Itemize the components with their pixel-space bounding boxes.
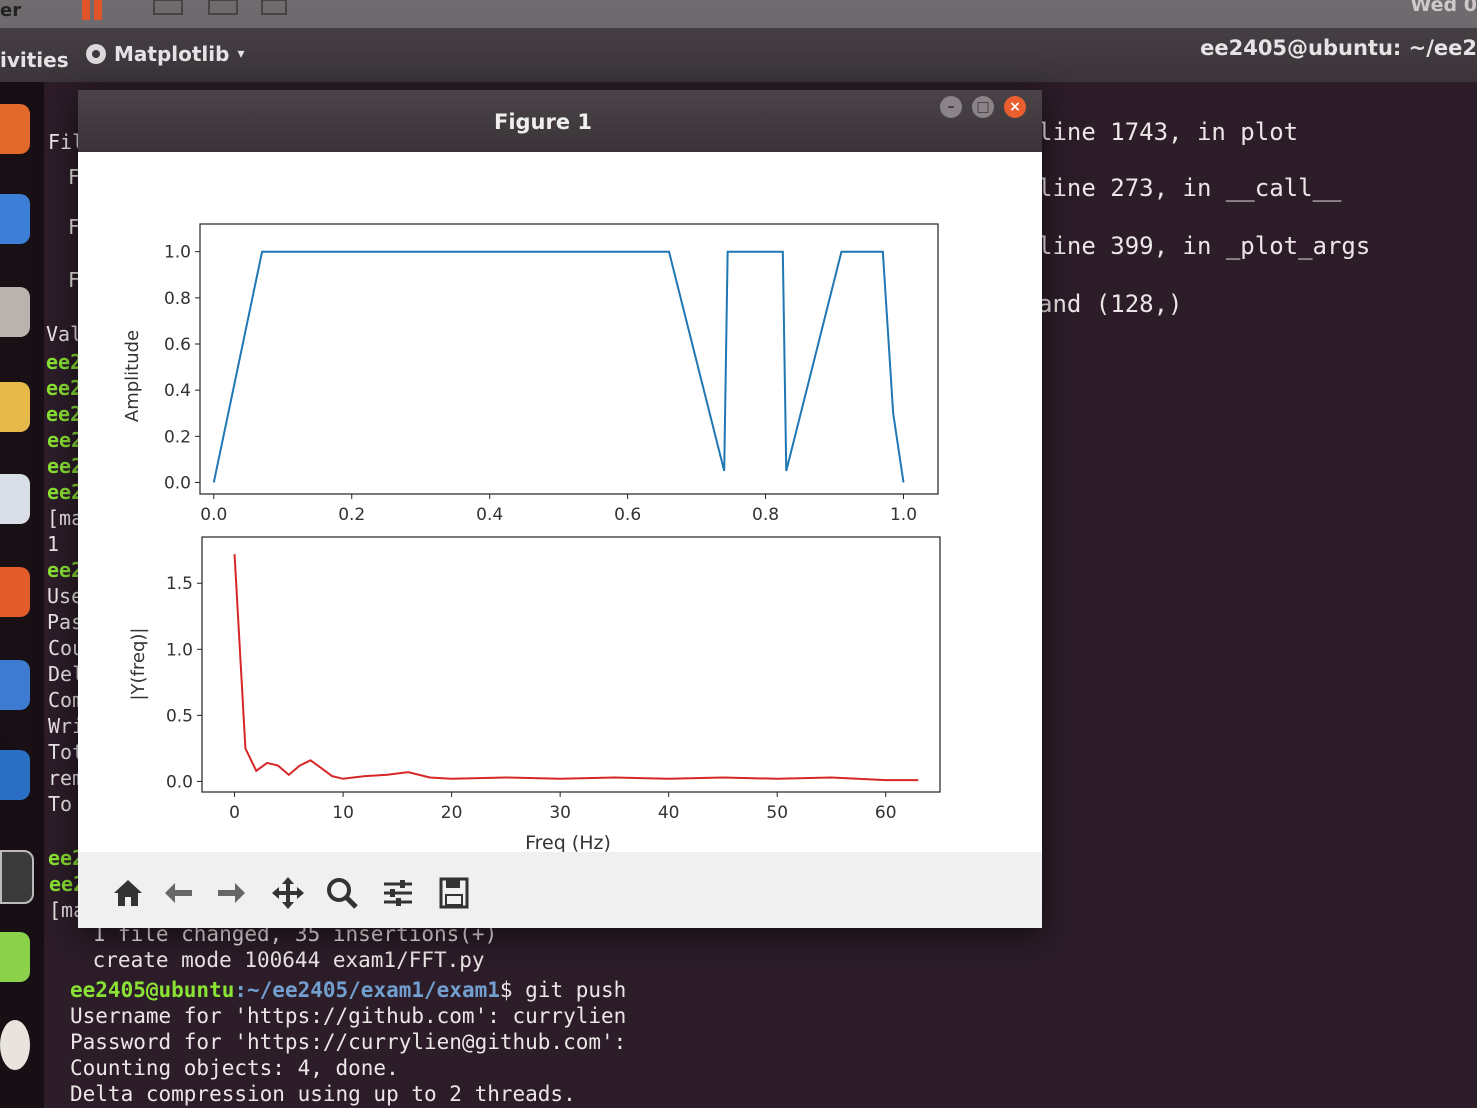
top-xtick-label: 0.8: [752, 505, 779, 525]
figure-titlebar[interactable]: Figure 1 – □ ×: [78, 90, 1042, 152]
top-panel: er ivities Matplotlib ▾ Wed 0 ee2405@ubu…: [0, 0, 1477, 82]
writer-icon[interactable]: [0, 474, 30, 524]
terminal-fragment: ee2: [46, 402, 83, 426]
top-ytick-label: 0.2: [164, 427, 191, 447]
bottom-ytick-label: 1.5: [166, 574, 193, 594]
bottom-ytick-label: 1.0: [166, 640, 193, 660]
bottom-xtick-label: 0: [229, 803, 240, 823]
firefox-icon[interactable]: [0, 104, 30, 154]
prompt-path: :~/ee2405/exam1/exam1: [234, 978, 500, 1002]
terminal-prompt-line: ee2405@ubuntu:~/ee2405/exam1/exam1$ git …: [70, 978, 626, 1002]
terminal-line: create mode 100644 exam1/FFT.py: [80, 948, 485, 972]
navigation-toolbar: [78, 865, 1042, 925]
window-icon[interactable]: [205, 0, 245, 20]
bottom-axes-frame: [201, 536, 941, 793]
prompt-command: $ git push: [499, 978, 627, 1002]
vscode-icon[interactable]: [0, 750, 30, 800]
figure-canvas[interactable]: 0.0 0.2 0.4 0.6 0.8 1.0 0.0 0.2 0.4 0.6 0.8 1.0 Ampl…: [78, 152, 1042, 854]
figure-title: Figure 1: [493, 110, 593, 134]
top-axes-frame: [199, 223, 939, 495]
top-ytick-label: 1.0: [164, 243, 191, 263]
bottom-ylabel: |Y(freq)|: [128, 627, 149, 700]
bottom-ytick-label: 0.0: [166, 772, 193, 792]
clock[interactable]: Wed 0: [1410, 0, 1477, 16]
terminal-window-title: ee2405@ubuntu: ~/ee2: [1200, 36, 1477, 60]
pan-icon[interactable]: [270, 875, 306, 911]
maximize-button[interactable]: □: [972, 96, 994, 118]
terminal-fragment: 1: [47, 532, 60, 556]
top-xtick-label: 0.4: [476, 505, 503, 525]
app-menu-label: Matplotlib: [114, 42, 230, 66]
bottom-xtick-label: 50: [766, 803, 788, 823]
figure-window[interactable]: Figure 1 – □ × 0.0 0.2 0.4 0.6 0.8 1.0 0.0 0.2 0…: [78, 90, 1042, 928]
top-xtick-label: 0.6: [614, 505, 641, 525]
terminal-line: line 1743, in plot: [1038, 118, 1299, 146]
bottom-ytick-label: 0.5: [166, 706, 193, 726]
terminal-icon[interactable]: [0, 850, 34, 904]
help-icon[interactable]: [0, 660, 30, 710]
top-ytick-label: 0.6: [164, 335, 191, 355]
terminal-line: line 399, in _plot_args: [1038, 232, 1371, 260]
configure-subplots-icon[interactable]: [380, 875, 416, 911]
terminal-fragment: Val: [46, 322, 83, 346]
zoom-icon[interactable]: [324, 875, 360, 911]
bottom-xtick-label: 40: [658, 803, 680, 823]
prompt-user: ee2405@ubuntu: [70, 978, 235, 1002]
terminal-line: Counting objects: 4, done.: [70, 1056, 399, 1080]
forward-arrow-icon[interactable]: [212, 875, 248, 911]
terminal-line: and (128,): [1038, 290, 1183, 318]
chevron-down-icon: ▾: [237, 46, 245, 62]
terminal-line: Username for 'https://github.com': curry…: [70, 1004, 627, 1028]
terminal-line: Password for 'https://currylien@github.c…: [70, 1030, 627, 1054]
thunderbird-icon[interactable]: [0, 194, 30, 244]
terminal-fragment: ee2: [46, 376, 83, 400]
bottom-xtick-label: 10: [332, 803, 354, 823]
dock: [0, 82, 44, 1108]
terminal-fragment: ee2: [46, 350, 83, 374]
top-ytick-label: 0.8: [164, 289, 191, 309]
back-arrow-icon[interactable]: [162, 875, 198, 911]
terminal-line: line 273, in __call__: [1038, 174, 1342, 202]
figure-svg: 0.0 0.2 0.4 0.6 0.8 1.0 0.0 0.2 0.4 0.6 0.8 1.0 Ampl…: [122, 223, 941, 854]
rhythmbox-icon[interactable]: [0, 382, 30, 432]
top-xtick-label: 0.0: [200, 505, 227, 525]
app-gear-icon: [86, 44, 106, 64]
pause-icon[interactable]: [80, 0, 110, 20]
top-xtick-label: 0.2: [338, 505, 365, 525]
save-icon[interactable]: [436, 875, 472, 911]
top-xtick-label: 1.0: [890, 505, 917, 525]
screen-icon[interactable]: [150, 0, 190, 20]
terminal-line: Delta compression using up to 2 threads.: [70, 1082, 576, 1106]
activities-button[interactable]: ivities: [0, 48, 69, 72]
terminal-fragment: To: [48, 792, 73, 816]
exit-icon[interactable]: [258, 0, 298, 20]
home-icon[interactable]: [110, 875, 146, 911]
top-left-label: er: [0, 0, 22, 21]
matplotlib-icon[interactable]: [0, 1020, 30, 1070]
top-ytick-label: 0.0: [164, 473, 191, 493]
bottom-xtick-label: 20: [441, 803, 463, 823]
top-ylabel: Amplitude: [122, 330, 143, 422]
files-icon[interactable]: [0, 287, 30, 337]
bottom-xtick-label: 30: [549, 803, 571, 823]
app-menu[interactable]: Matplotlib ▾: [86, 42, 245, 66]
top-ytick-label: 0.4: [164, 381, 191, 401]
close-button[interactable]: ×: [1004, 96, 1026, 118]
bottom-xlabel: Freq (Hz): [525, 832, 611, 852]
chart-app-icon[interactable]: [0, 932, 30, 982]
minimize-button[interactable]: –: [940, 96, 962, 118]
bottom-xtick-label: 60: [875, 803, 897, 823]
software-center-icon[interactable]: [0, 567, 30, 617]
